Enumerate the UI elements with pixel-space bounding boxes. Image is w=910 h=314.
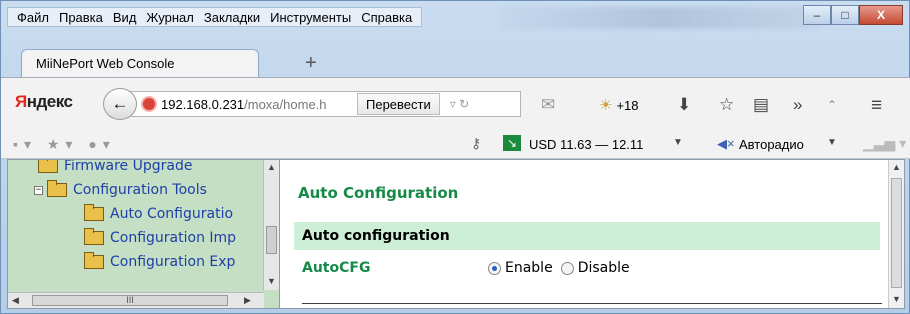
menu-edit[interactable]: Правка [54, 8, 108, 26]
dropdown-reload-icons[interactable]: ▿ ↻ [450, 97, 469, 111]
currency-rate[interactable]: USD 11.63 — 12.11 [529, 137, 643, 152]
sun-icon: ☀ [599, 97, 613, 114]
browser-window: Файл Правка Вид Журнал Закладки Инструме… [0, 0, 910, 314]
tree-item-auto-configuration[interactable]: Auto Configuratio [84, 202, 233, 226]
tree-item-label: Configuration Imp [110, 230, 237, 246]
menu-file[interactable]: Файл [12, 8, 54, 26]
tab-strip: MiiNePort Web Console + [1, 41, 910, 77]
yandex-logo-letter: Я [15, 92, 27, 111]
new-tab-button[interactable]: + [305, 53, 317, 73]
tree-item-label: Configuration Tools [73, 182, 207, 198]
chart-icon: ↘ [503, 135, 521, 151]
tab-miineport[interactable]: MiiNePort Web Console [21, 49, 259, 77]
page-title: Auto Configuration [298, 184, 459, 202]
url-bar[interactable]: 192.168.0.231/moxa/home.h Перевести ▿ ↻ [131, 91, 521, 117]
tree-hscroll-thumb[interactable]: III [32, 295, 228, 306]
scroll-down-icon[interactable]: ▼ [267, 276, 276, 286]
disable-radio[interactable] [560, 261, 574, 275]
tree-vertical-scrollbar[interactable]: ▲ ▼ [263, 160, 279, 290]
minimize-button[interactable]: – [803, 5, 831, 25]
main-scroll-thumb[interactable] [891, 178, 902, 288]
window-controls: – □ X [803, 5, 903, 25]
maximize-button[interactable]: □ [831, 5, 859, 25]
weather-temp: +18 [616, 98, 639, 113]
radio-station[interactable]: Авторадио [739, 137, 804, 152]
menu-help[interactable]: Справка [356, 8, 417, 26]
chevron-down-icon[interactable]: ▼ [673, 137, 683, 148]
signal-icon: ▁▃▅ ▾ [863, 135, 907, 151]
scroll-right-icon[interactable]: ▶ [244, 295, 251, 306]
yandex-logo-rest: ндекс [26, 92, 73, 111]
site-identity-icon[interactable] [141, 96, 157, 112]
tree-horizontal-scrollbar[interactable]: ◀ III ▶ [8, 292, 264, 308]
menu-history[interactable]: Журнал [141, 8, 198, 26]
bookmarks-toolbar: ▪▾ ★▾ ●▾ ⚷ ↘ USD 11.63 — 12.11 ▼ ◀× Авто… [1, 129, 910, 159]
collapse-icon[interactable]: − [34, 185, 43, 195]
tree-item-configuration-tools[interactable]: − Configuration Tools [34, 178, 207, 202]
scroll-up-icon[interactable]: ▲ [267, 162, 276, 172]
back-arrow-icon[interactable]: ← [103, 88, 137, 120]
menu-tools[interactable]: Инструменты [265, 8, 356, 26]
enable-label[interactable]: Enable [505, 260, 553, 276]
bookmarks-list-icon[interactable]: ▤ [753, 95, 769, 115]
folder-icon [84, 252, 104, 269]
key-icon[interactable]: ⚷ [471, 135, 481, 152]
menu-view[interactable]: Вид [108, 8, 142, 26]
menu-bookmarks[interactable]: Закладки [199, 8, 265, 26]
scroll-down-icon[interactable]: ▼ [892, 294, 901, 304]
enable-radio[interactable] [488, 261, 501, 275]
addon-icons[interactable]: ▪▾ ★▾ ●▾ [13, 136, 116, 153]
download-icon[interactable]: ⬇ [677, 95, 691, 115]
tree-item-label: Auto Configuratio [110, 206, 234, 222]
speaker-muted-icon[interactable]: ◀× [717, 136, 735, 152]
url-text[interactable]: 192.168.0.231/moxa/home.h [161, 97, 357, 112]
navigation-bar: Яндекс 192.168.0.231/moxa/home.h Перевес… [1, 77, 910, 129]
divider [302, 303, 882, 304]
folder-icon [84, 204, 104, 221]
tree-item-label: Configuration Exp [110, 254, 236, 270]
overflow-chevron-icon[interactable]: » [793, 95, 802, 115]
mail-icon[interactable]: ✉ [541, 95, 555, 115]
tree-item-label: Firmware Upgrade [64, 160, 193, 174]
open-folder-icon [47, 180, 67, 197]
weather-widget[interactable]: ☀ +18 [599, 96, 639, 114]
radio-dropdown-icon[interactable]: ▼ [827, 137, 837, 148]
scroll-left-icon[interactable]: ◀ [12, 295, 19, 306]
navigation-tree-frame: Firmware Upgrade − Configuration Tools A… [8, 160, 280, 308]
autocfg-label: AutoCFG [302, 260, 371, 276]
tree-item-configuration-import[interactable]: Configuration Imp [84, 226, 236, 250]
main-vertical-scrollbar[interactable]: ▲ ▼ [888, 160, 904, 308]
blurred-title-area [501, 7, 821, 29]
folder-icon [38, 160, 58, 173]
hamburger-menu-icon[interactable]: ≡ [871, 95, 882, 117]
yandex-logo[interactable]: Яндекс [15, 92, 73, 112]
url-path: /moxa/home.h [244, 96, 327, 112]
tree-item-firmware-upgrade[interactable]: Firmware Upgrade [38, 160, 192, 178]
translate-button[interactable]: Перевести [357, 93, 440, 115]
close-button[interactable]: X [859, 5, 903, 25]
section-header: Auto configuration [294, 222, 880, 250]
tree-scroll-thumb[interactable] [266, 226, 277, 254]
main-frame: Auto Configuration Auto configuration Au… [280, 160, 890, 308]
folder-icon [84, 228, 104, 245]
up-arrow-icon[interactable]: ⌃ [827, 98, 837, 112]
bookmark-star-icon[interactable]: ☆ [719, 95, 734, 115]
disable-label[interactable]: Disable [578, 260, 630, 276]
autocfg-radio-group: Enable Disable [488, 260, 630, 276]
menu-bar: Файл Правка Вид Журнал Закладки Инструме… [7, 7, 423, 27]
page-content: Firmware Upgrade − Configuration Tools A… [7, 159, 905, 309]
scroll-up-icon[interactable]: ▲ [892, 162, 901, 172]
tree-item-configuration-export[interactable]: Configuration Exp [84, 250, 235, 274]
url-host: 192.168.0.231 [161, 96, 245, 112]
